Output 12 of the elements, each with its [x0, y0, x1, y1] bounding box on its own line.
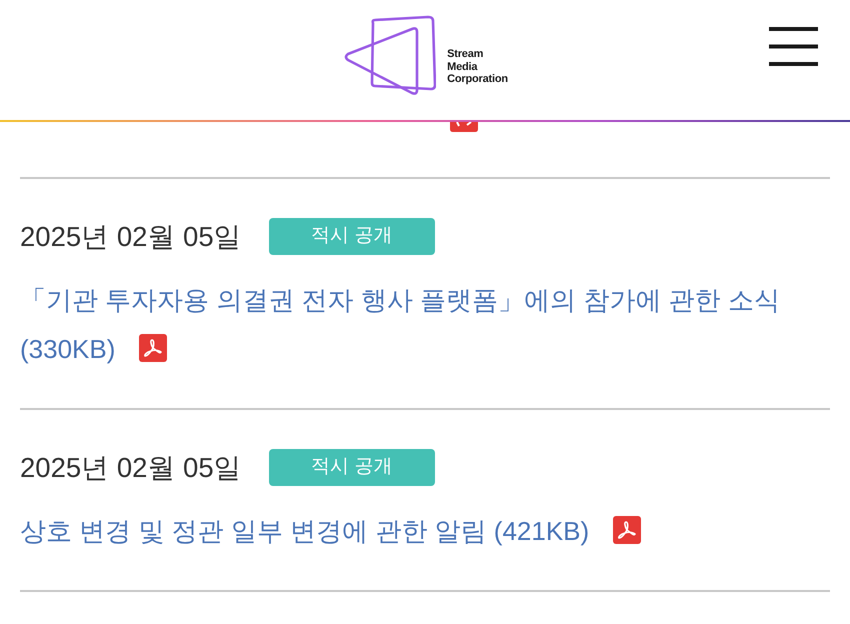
pdf-icon[interactable]: [450, 122, 478, 132]
pdf-icon[interactable]: [613, 516, 642, 544]
notice-date: 2025년 02월 05일: [20, 220, 242, 254]
notice-link[interactable]: 「기관 투자자용 의결권 전자 행사 플랫폼」에의 참가에 관한 소식 (330KB): [20, 276, 810, 374]
logo-icon: [342, 15, 436, 97]
disclosure-tag: 적시 공개: [268, 449, 435, 486]
pdf-icon[interactable]: [139, 334, 168, 362]
disclosure-tag: 적시 공개: [268, 218, 435, 255]
menu-icon[interactable]: [769, 27, 818, 66]
logo-text: Stream Media Corporation: [447, 48, 508, 86]
notice-date: 2025년 02월 05일: [20, 451, 242, 485]
notice-link[interactable]: 상호 변경 및 정관 일부 변경에 관한 알림 (421KB): [20, 507, 810, 556]
